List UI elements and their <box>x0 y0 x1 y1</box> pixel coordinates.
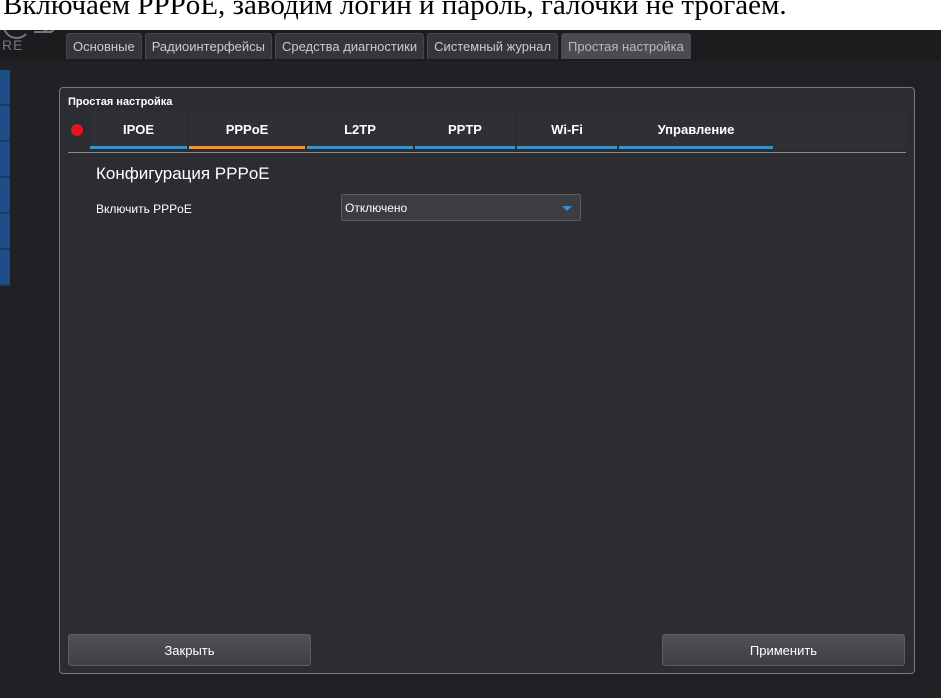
chevron-down-icon <box>562 206 572 211</box>
tab-radio-interfaces[interactable]: Радиоинтерфейсы <box>144 33 272 59</box>
close-button[interactable]: Закрыть <box>68 634 311 666</box>
sidebar-item[interactable] <box>0 250 10 286</box>
tab-ipoe[interactable]: IPOE <box>90 111 187 149</box>
enable-pppoe-label: Включить PPPoE <box>96 202 192 216</box>
tab-pppoe[interactable]: PPPoE <box>189 111 305 149</box>
tabbar-filler <box>773 111 906 149</box>
dialog-tabbar: IPOE PPPoE L2TP PPTP Wi-Fi Управление <box>68 111 906 153</box>
caption-text: Включаем PPPoE, заводим логин и пароль, … <box>3 0 787 21</box>
logo-text: RE <box>2 37 24 53</box>
tab-main[interactable]: Основные <box>66 33 142 59</box>
simple-setup-dialog: Простая настройка IPOE PPPoE L2TP PPTP W… <box>59 87 915 674</box>
tab-diagnostics[interactable]: Средства диагностики <box>274 33 425 59</box>
section-heading: Конфигурация PPPoE <box>96 164 270 183</box>
tab-pptp[interactable]: PPTP <box>415 111 515 149</box>
apply-button[interactable]: Применить <box>662 634 905 666</box>
sidebar-item[interactable] <box>0 106 10 142</box>
tab-l2tp[interactable]: L2TP <box>307 111 413 149</box>
sidebar-item[interactable] <box>0 178 10 214</box>
caption-banner: Включаем PPPoE, заводим логин и пароль, … <box>0 0 941 30</box>
tab-management[interactable]: Управление <box>619 111 773 149</box>
left-sidebar-rail <box>0 70 10 290</box>
tab-simple-setup[interactable]: Простая настройка <box>561 33 691 59</box>
tab-system-log[interactable]: Системный журнал <box>427 33 559 59</box>
top-tabs: Основные Радиоинтерфейсы Средства диагно… <box>66 33 691 59</box>
tab-wifi[interactable]: Wi-Fi <box>517 111 617 149</box>
sidebar-item[interactable] <box>0 214 10 250</box>
sidebar-item[interactable] <box>0 70 10 106</box>
status-dot-icon <box>71 124 83 136</box>
enable-pppoe-value: Отключено <box>345 201 408 215</box>
dialog-title: Простая настройка <box>68 96 173 108</box>
enable-pppoe-select[interactable]: Отключено <box>341 194 581 221</box>
sidebar-item[interactable] <box>0 142 10 178</box>
